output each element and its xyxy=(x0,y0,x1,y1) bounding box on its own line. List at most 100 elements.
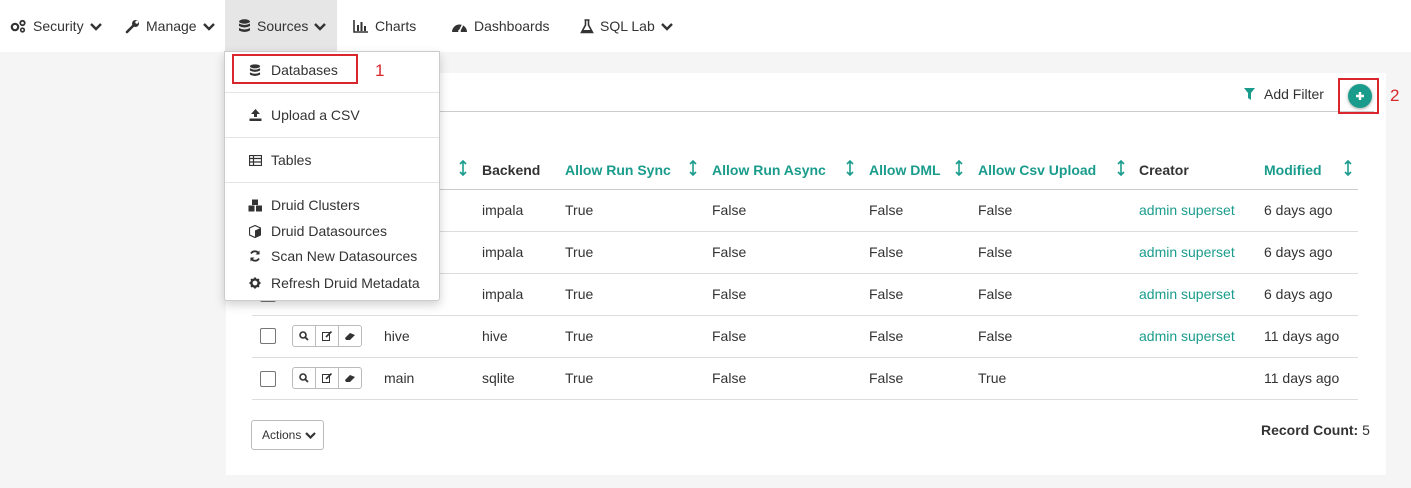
cell-allow-run-async: False xyxy=(712,286,747,302)
menu-divider xyxy=(225,92,439,93)
cell-allow-csv-upload: False xyxy=(978,286,1013,302)
sources-dropdown-menu: Databases Upload a CSV Tables Druid Clus… xyxy=(224,51,440,301)
cell-allow-run-async: False xyxy=(712,328,747,344)
cell-allow-run-sync: True xyxy=(565,328,594,344)
cell-allow-run-async: False xyxy=(712,202,747,218)
row-divider xyxy=(252,357,1358,358)
cell-modified: 11 days ago xyxy=(1264,328,1340,344)
delete-record-button[interactable] xyxy=(339,326,361,346)
cell-allow-dml: False xyxy=(869,370,904,386)
sort-icon[interactable] xyxy=(1344,160,1352,176)
wrench-icon xyxy=(125,19,140,34)
search-icon xyxy=(299,373,309,383)
cell-modified: 11 days ago xyxy=(1264,370,1340,386)
sort-icon[interactable] xyxy=(846,160,854,176)
menu-item-label: Scan New Datasources xyxy=(271,248,418,264)
nav-security-label: Security xyxy=(33,18,84,34)
menu-item-label: Druid Clusters xyxy=(271,197,360,213)
column-header-allow-csv-upload[interactable]: Allow Csv Upload xyxy=(978,162,1096,178)
menu-item-tables[interactable]: Tables xyxy=(225,148,439,172)
nav-sources-label: Sources xyxy=(257,18,309,34)
cell-allow-run-sync: True xyxy=(565,370,594,386)
menu-item-label: Refresh Druid Metadata xyxy=(271,275,420,291)
chevron-down-icon xyxy=(89,22,102,31)
nav-sql-lab[interactable]: SQL Lab xyxy=(580,0,673,52)
menu-item-label: Upload a CSV xyxy=(271,107,360,123)
cell-backend: hive xyxy=(482,328,508,344)
nav-dashboards-label: Dashboards xyxy=(474,18,550,34)
table-icon xyxy=(247,154,263,166)
row-checkbox[interactable] xyxy=(260,328,276,344)
flask-icon xyxy=(580,18,594,34)
creator-link[interactable]: admin superset xyxy=(1139,202,1235,218)
cell-backend: impala xyxy=(482,244,524,260)
menu-item-druid-datasources[interactable]: Druid Datasources xyxy=(225,219,439,243)
nav-security[interactable]: Security xyxy=(10,0,102,52)
cell-backend: impala xyxy=(482,286,524,302)
cog-icon xyxy=(247,277,263,289)
chevron-down-icon xyxy=(202,22,215,31)
annotation-box-1 xyxy=(232,54,358,84)
menu-item-scan-new-datasources[interactable]: Scan New Datasources xyxy=(225,244,439,268)
edit-record-button[interactable] xyxy=(316,368,339,388)
cell-allow-run-sync: True xyxy=(565,244,594,260)
row-action-buttons xyxy=(292,367,362,389)
cell-allow-run-async: False xyxy=(712,244,747,260)
row-checkbox[interactable] xyxy=(260,371,276,387)
record-count-label: Record Count: xyxy=(1261,422,1359,438)
database-icon xyxy=(238,19,251,33)
actions-dropdown-button[interactable]: Actions xyxy=(251,420,324,450)
delete-record-button[interactable] xyxy=(339,368,361,388)
filter-icon xyxy=(1244,88,1255,100)
nav-dashboards[interactable]: Dashboards xyxy=(451,0,550,52)
cell-allow-dml: False xyxy=(869,244,904,260)
cell-modified: 6 days ago xyxy=(1264,244,1333,260)
cell-allow-csv-upload: False xyxy=(978,244,1013,260)
nav-manage[interactable]: Manage xyxy=(125,0,215,52)
column-header-backend: Backend xyxy=(482,162,541,178)
edit-record-button[interactable] xyxy=(316,326,339,346)
sort-icon[interactable] xyxy=(459,160,467,176)
menu-item-druid-clusters[interactable]: Druid Clusters xyxy=(225,193,439,217)
annotation-label-1: 1 xyxy=(375,61,385,80)
sort-icon[interactable] xyxy=(1117,160,1125,176)
view-record-button[interactable] xyxy=(293,326,316,346)
cell-allow-dml: False xyxy=(869,202,904,218)
creator-link[interactable]: admin superset xyxy=(1139,286,1235,302)
record-count-value: 5 xyxy=(1362,422,1370,438)
top-navbar: Security Manage Sources Charts Dashboard… xyxy=(0,0,1411,52)
row-divider xyxy=(252,315,1358,316)
cell-name: main xyxy=(384,370,415,386)
menu-item-refresh-druid-metadata[interactable]: Refresh Druid Metadata xyxy=(225,271,439,295)
bar-chart-icon xyxy=(353,19,369,33)
cell-allow-dml: False xyxy=(869,328,904,344)
view-record-button[interactable] xyxy=(293,368,316,388)
menu-item-upload-csv[interactable]: Upload a CSV xyxy=(225,103,439,127)
cell-backend: impala xyxy=(482,202,524,218)
sort-icon[interactable] xyxy=(955,160,963,176)
nav-charts[interactable]: Charts xyxy=(353,0,416,52)
row-divider xyxy=(252,399,1358,400)
menu-divider xyxy=(225,182,439,183)
chevron-down-icon xyxy=(314,22,327,31)
nav-sources[interactable]: Sources xyxy=(225,0,337,52)
column-header-allow-dml[interactable]: Allow DML xyxy=(869,162,941,178)
gears-icon xyxy=(10,19,27,33)
cell-modified: 6 days ago xyxy=(1264,202,1333,218)
menu-item-label: Druid Datasources xyxy=(271,223,387,239)
cubes-icon xyxy=(247,199,263,212)
creator-link[interactable]: admin superset xyxy=(1139,244,1235,260)
cell-allow-dml: False xyxy=(869,286,904,302)
record-count: Record Count: 5 xyxy=(1261,422,1370,438)
sort-icon[interactable] xyxy=(689,160,697,176)
column-header-allow-run-async[interactable]: Allow Run Async xyxy=(712,162,826,178)
nav-charts-label: Charts xyxy=(375,18,417,34)
search-icon xyxy=(299,331,309,341)
menu-item-label: Tables xyxy=(271,152,312,168)
column-header-creator: Creator xyxy=(1139,162,1189,178)
add-filter-button[interactable]: Add Filter xyxy=(1244,86,1324,102)
creator-link[interactable]: admin superset xyxy=(1139,328,1235,344)
column-header-modified[interactable]: Modified xyxy=(1264,162,1322,178)
column-header-allow-run-sync[interactable]: Allow Run Sync xyxy=(565,162,671,178)
cell-allow-csv-upload: False xyxy=(978,202,1013,218)
